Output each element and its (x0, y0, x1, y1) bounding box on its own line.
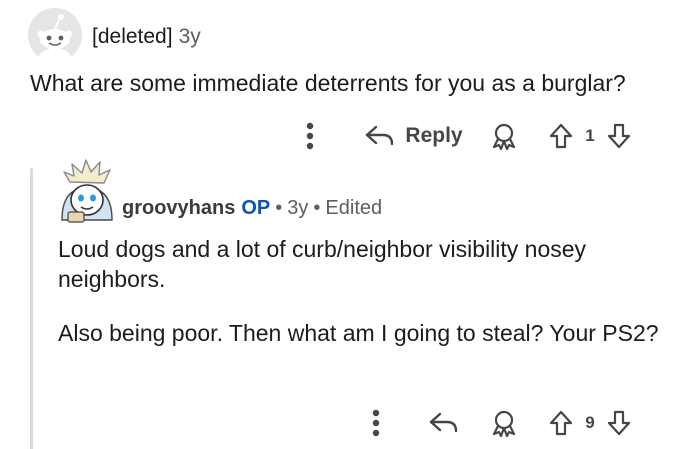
award-icon (492, 123, 516, 150)
parent-more-button[interactable] (298, 118, 322, 154)
edited-label: Edited (325, 197, 383, 219)
reply-more-button[interactable] (364, 405, 388, 441)
parent-reply-button[interactable]: Reply (362, 118, 466, 154)
parent-award-button[interactable] (486, 118, 522, 154)
meta-separator: • (313, 197, 321, 219)
comment-thread: [deleted] 3y What are some immediate dete… (0, 0, 700, 449)
meta-separator: • (275, 197, 283, 219)
vertical-ellipsis-icon (306, 122, 314, 150)
parent-action-bar: Reply 1 (290, 118, 670, 154)
parent-vote-count-text: 1 (585, 126, 595, 145)
reply-comment-body: Loud dogs and a lot of curb/neighbor vis… (58, 234, 668, 372)
reply-comment-meta: groovyhans OP • 3y • Edited (122, 195, 382, 221)
parent-author[interactable]: [deleted] (92, 25, 173, 48)
vertical-ellipsis-icon (372, 409, 380, 437)
snoo-avatar-icon (28, 8, 82, 62)
op-badge: OP (241, 197, 271, 219)
avatar-deleted-user[interactable] (28, 8, 82, 62)
reply-downvote-button[interactable] (604, 405, 634, 441)
reply-arrow-icon (429, 412, 458, 433)
reply-vote-count: 9 (576, 405, 604, 441)
parent-age: 3y (178, 25, 201, 48)
parent-downvote-button[interactable] (604, 118, 634, 154)
upvote-arrow-icon (549, 123, 573, 149)
downvote-arrow-icon (607, 410, 631, 436)
reply-vote-count-text: 9 (585, 413, 595, 432)
parent-comment-meta: [deleted] 3y (92, 24, 201, 50)
reply-paragraph: Loud dogs and a lot of curb/neighbor vis… (58, 236, 587, 292)
reply-action-bar: 9 (360, 405, 670, 441)
parent-comment-body: What are some immediate deterrents for y… (30, 70, 626, 96)
user-avatar-icon (61, 159, 113, 223)
reply-paragraph: Also being poor. Then what am I going to… (58, 320, 659, 346)
reply-label: Reply (405, 124, 463, 147)
award-icon (492, 410, 516, 437)
upvote-arrow-icon (549, 410, 573, 436)
parent-vote-count: 1 (576, 118, 604, 154)
parent-upvote-button[interactable] (546, 118, 576, 154)
reply-upvote-button[interactable] (546, 405, 576, 441)
reply-reply-button[interactable] (426, 405, 462, 441)
thread-line[interactable] (30, 168, 33, 449)
reply-award-button[interactable] (486, 405, 522, 441)
reply-author[interactable]: groovyhans (122, 197, 235, 219)
downvote-arrow-icon (607, 123, 631, 149)
avatar-groovyhans[interactable] (56, 158, 118, 228)
reply-age: 3y (287, 197, 309, 219)
reply-arrow-icon (366, 125, 394, 146)
